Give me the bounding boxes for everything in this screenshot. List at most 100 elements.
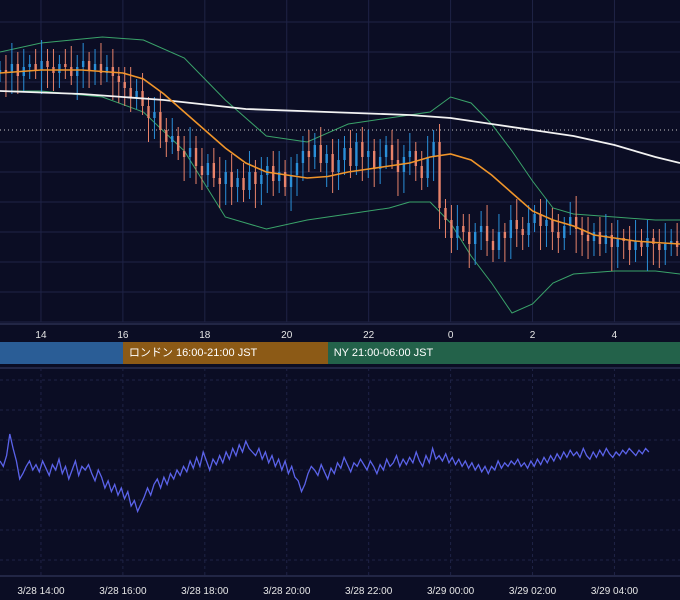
candle-body[interactable] — [515, 220, 518, 229]
candle-body[interactable] — [224, 172, 227, 184]
candle-body[interactable] — [76, 67, 79, 76]
candle-body[interactable] — [28, 64, 31, 67]
candle-body[interactable] — [64, 64, 67, 67]
candle-body[interactable] — [87, 61, 91, 70]
candle-body[interactable] — [450, 220, 453, 238]
candle-body[interactable] — [527, 223, 530, 235]
candle-body[interactable] — [485, 226, 489, 241]
candle-body[interactable] — [93, 64, 97, 70]
candle-body[interactable] — [153, 112, 156, 118]
candle-body[interactable] — [373, 151, 376, 169]
candle-body[interactable] — [242, 178, 245, 190]
candle-body[interactable] — [135, 91, 138, 97]
candle-body[interactable] — [664, 244, 667, 250]
candle-body[interactable] — [592, 232, 596, 241]
candle-body[interactable] — [194, 148, 198, 166]
candle-body[interactable] — [236, 178, 239, 187]
session-tokyo[interactable] — [0, 342, 123, 364]
candle-body[interactable] — [521, 229, 524, 235]
candle-body[interactable] — [70, 67, 73, 76]
osc-x-tick-label: 3/28 16:00 — [99, 586, 147, 597]
candle-body[interactable] — [586, 235, 590, 241]
candle-body[interactable] — [289, 175, 293, 187]
candle-body[interactable] — [147, 106, 150, 118]
osc-x-tick-label: 3/29 02:00 — [509, 586, 557, 597]
candle-body[interactable] — [117, 76, 120, 82]
candle-body[interactable] — [408, 151, 412, 157]
candle-body[interactable] — [254, 172, 257, 184]
candle-body[interactable] — [533, 214, 536, 223]
chart-window: 14 16 18 20 22 0 2 4 3/28 14:00 3/28 16:00 3/28 1… — [0, 0, 680, 600]
candle-body[interactable] — [598, 232, 602, 244]
session-newyork[interactable]: NY 21:00-06:00 JST — [327, 342, 680, 364]
session-london[interactable]: ロンドン 16:00-21:00 JST — [122, 342, 328, 364]
candle-body[interactable] — [266, 166, 269, 175]
candle-body[interactable] — [165, 130, 168, 142]
candle-body[interactable] — [129, 88, 132, 97]
candle-body[interactable] — [563, 226, 566, 238]
candle-body[interactable] — [313, 145, 317, 157]
candle-body[interactable] — [479, 226, 483, 232]
candle-body[interactable] — [557, 232, 560, 238]
candle-body[interactable] — [551, 220, 554, 232]
candle-body[interactable] — [349, 148, 352, 166]
candle-body[interactable] — [396, 160, 400, 172]
candle-body[interactable] — [200, 166, 204, 175]
candle-body[interactable] — [248, 172, 251, 190]
price-x-tick-label: 20 — [281, 330, 293, 341]
candle-body[interactable] — [545, 220, 548, 226]
price-chart[interactable]: 14 16 18 20 22 0 2 4 3/28 14:00 3/28 16:00 3/28 1… — [0, 0, 680, 600]
candle-body[interactable] — [123, 82, 126, 88]
candle-body[interactable] — [503, 232, 507, 238]
candle-body[interactable] — [432, 142, 435, 157]
candle-body[interactable] — [420, 166, 423, 178]
candle-body[interactable] — [206, 163, 210, 175]
candle-body[interactable] — [462, 226, 465, 232]
candle-body[interactable] — [367, 151, 370, 157]
candle-body[interactable] — [468, 232, 471, 244]
candle-body[interactable] — [456, 226, 459, 238]
candle-body[interactable] — [444, 208, 447, 220]
candle-body[interactable] — [176, 136, 180, 151]
candle-body[interactable] — [319, 145, 322, 163]
candle-body[interactable] — [497, 232, 501, 250]
candle-body[interactable] — [337, 160, 340, 172]
candle-body[interactable] — [295, 163, 299, 175]
candle-body[interactable] — [188, 148, 192, 157]
candle-body[interactable] — [307, 151, 311, 157]
candle-body[interactable] — [34, 64, 37, 70]
candle-body[interactable] — [539, 214, 542, 226]
candle-body[interactable] — [491, 241, 495, 250]
candle-body[interactable] — [230, 172, 233, 187]
candle-body[interactable] — [171, 136, 174, 142]
candle-body[interactable] — [81, 61, 85, 67]
candle-body[interactable] — [355, 142, 358, 166]
candle-body[interactable] — [414, 151, 417, 166]
candle-body[interactable] — [182, 151, 186, 157]
candle-body[interactable] — [260, 175, 263, 184]
candle-body[interactable] — [509, 220, 513, 238]
candle-body[interactable] — [16, 64, 20, 76]
candle-body[interactable] — [40, 61, 43, 70]
candle-body[interactable] — [361, 142, 364, 157]
candle-body[interactable] — [58, 64, 61, 73]
candle-body[interactable] — [634, 241, 637, 250]
candle-body[interactable] — [628, 241, 631, 250]
candle-body[interactable] — [325, 154, 328, 163]
chart-background — [0, 0, 680, 600]
candle-body[interactable] — [46, 61, 49, 67]
candle-body[interactable] — [159, 112, 162, 130]
candle-body[interactable] — [331, 154, 334, 172]
candle-body[interactable] — [658, 244, 661, 250]
candle-body[interactable] — [438, 142, 441, 208]
price-x-tick-label: 2 — [530, 330, 536, 341]
candle-body[interactable] — [390, 145, 394, 160]
osc-x-tick-label: 3/29 00:00 — [427, 586, 475, 597]
candle-body[interactable] — [301, 151, 305, 163]
candle-body[interactable] — [473, 232, 477, 244]
candle-body[interactable] — [212, 163, 216, 178]
candle-body[interactable] — [343, 148, 346, 160]
candle-body[interactable] — [426, 157, 429, 178]
candle-body[interactable] — [384, 145, 388, 157]
candle-body[interactable] — [218, 178, 221, 184]
